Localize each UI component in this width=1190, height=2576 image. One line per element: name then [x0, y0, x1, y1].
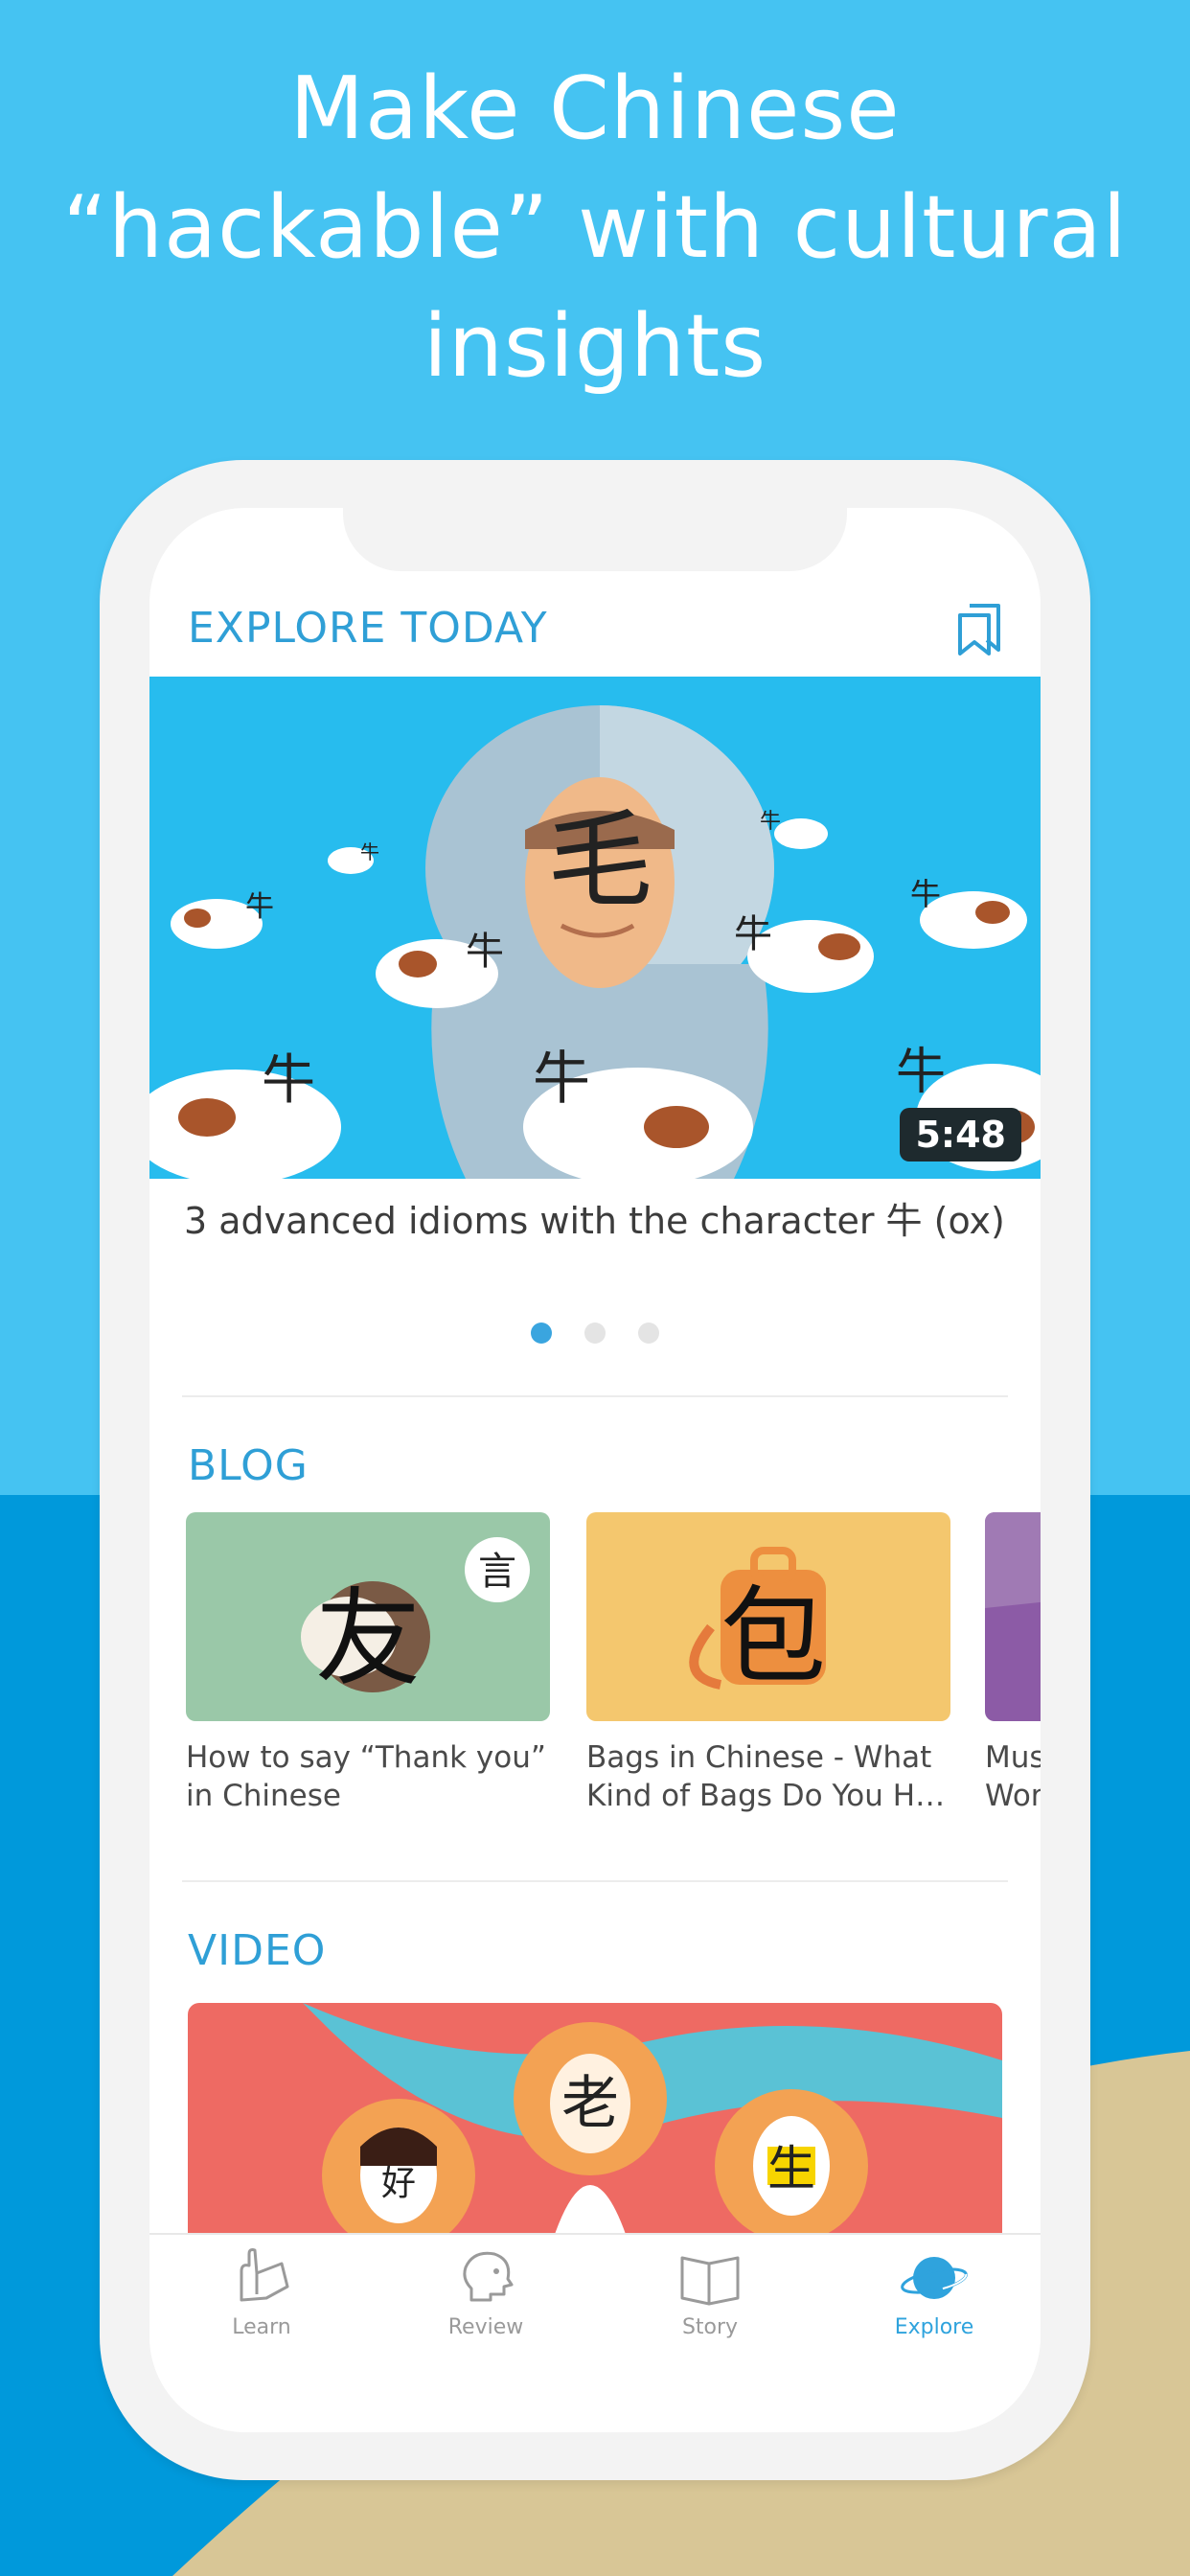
bottom-tab-bar: Learn Review Story Explore [149, 2233, 1041, 2432]
headline-line-3: insights [423, 296, 767, 397]
svg-text:牛: 牛 [245, 890, 274, 924]
tab-explore[interactable]: Explore [848, 2244, 1020, 2339]
featured-video-title[interactable]: 3 advanced idioms with the character 牛 (… [184, 1196, 1008, 1246]
hand-icon [240, 2248, 289, 2302]
blog-card-2-image[interactable]: 包 [586, 1512, 950, 1721]
planet-icon [901, 2257, 968, 2299]
tab-review-label: Review [447, 2315, 524, 2339]
marketing-headline: Make Chinese “hackable” with cultural in… [0, 50, 1190, 406]
phone-notch [343, 508, 847, 571]
section-divider [182, 1395, 1008, 1397]
blog-card-1-image[interactable]: 言 友 [186, 1512, 550, 1721]
svg-text:言: 言 [478, 1550, 516, 1594]
blog-card-3-image[interactable] [985, 1512, 1041, 1721]
svg-text:牛: 牛 [760, 810, 781, 834]
blog-card-2-title[interactable]: Bags in Chinese - What Kind of Bags Do Y… [586, 1738, 960, 1815]
tab-learn-label: Learn [232, 2315, 291, 2339]
blog-card-1-title[interactable]: How to say “Thank you” in Chinese [186, 1738, 560, 1815]
ox-illustration: 毛 牛 牛 牛 牛 牛 牛 牛 牛 牛 [149, 705, 1041, 1179]
bookmarks-icon[interactable] [956, 602, 1004, 656]
carousel-pager [531, 1322, 665, 1346]
svg-text:牛: 牛 [360, 840, 379, 863]
headline-line-2: “hackable” with cultural [62, 177, 1128, 278]
svg-text:牛: 牛 [734, 912, 772, 956]
tab-explore-label: Explore [894, 2315, 974, 2339]
svg-text:老: 老 [561, 2070, 619, 2137]
svg-text:友: 友 [315, 1577, 421, 1700]
svg-text:牛: 牛 [910, 876, 941, 912]
tab-review[interactable]: Review [400, 2244, 572, 2339]
video-duration-badge: 5:48 [900, 1108, 1021, 1162]
svg-text:牛: 牛 [533, 1046, 590, 1113]
featured-video-thumbnail[interactable]: 毛 牛 牛 牛 牛 牛 牛 牛 牛 牛 5:48 [149, 677, 1041, 1179]
head-icon [463, 2251, 514, 2302]
pager-dot-2[interactable] [584, 1322, 606, 1344]
svg-text:好: 好 [381, 2164, 416, 2203]
app-screen: EXPLORE TODAY 毛 牛 牛 牛 牛 牛 牛 牛 牛 牛 5:48 3… [149, 508, 1041, 2432]
hero-main-glyph: 毛 [547, 799, 652, 922]
headline-line-1: Make Chinese [289, 58, 901, 159]
explore-today-title: EXPLORE TODAY [188, 604, 548, 653]
book-icon [680, 2256, 740, 2306]
svg-text:牛: 牛 [262, 1049, 315, 1112]
pager-dot-3[interactable] [638, 1322, 659, 1344]
section-divider [182, 1880, 1008, 1882]
svg-text:牛: 牛 [466, 930, 504, 974]
video-thumbnail[interactable]: 好 老 生 [188, 2003, 1002, 2242]
blog-section-title: BLOG [188, 1441, 309, 1490]
tab-story-label: Story [681, 2315, 739, 2339]
tab-learn[interactable]: Learn [175, 2244, 348, 2339]
pager-dot-1[interactable] [531, 1322, 552, 1344]
tab-story[interactable]: Story [624, 2244, 796, 2339]
svg-text:包: 包 [721, 1576, 826, 1698]
blog-card-3-title[interactable]: Mus… Wor… [985, 1738, 1041, 1815]
video-section-title: VIDEO [188, 1926, 327, 1975]
svg-text:牛: 牛 [896, 1044, 946, 1101]
svg-text:生: 生 [767, 2141, 815, 2196]
